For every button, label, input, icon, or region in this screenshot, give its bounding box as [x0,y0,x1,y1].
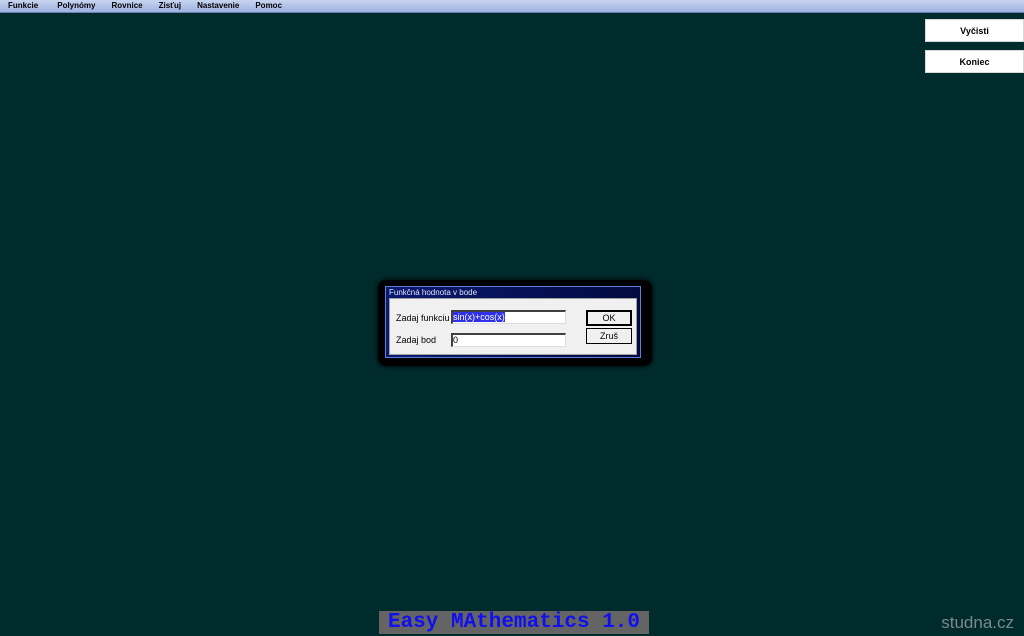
cancel-button[interactable]: Zruš [586,328,632,344]
function-label: Zadaj funkciu [396,313,450,323]
menu-nastavenie[interactable]: Nastavenie [197,0,239,12]
menu-zistuj[interactable]: Zisťuj [159,0,182,12]
point-label: Zadaj bod [396,335,437,345]
dialog-body: Zadaj funkciu sin(x)+cos(x) Zadaj bod 0 … [389,298,637,355]
menu-bar: Funkcie Polynómy Rovnice Zisťuj Nastaven… [0,0,1024,13]
function-input[interactable]: sin(x)+cos(x) [451,310,566,324]
exit-button[interactable]: Koniec [925,50,1024,73]
menu-pomoc[interactable]: Pomoc [255,0,282,12]
function-value: sin(x)+cos(x) [453,312,505,322]
menu-rovnice[interactable]: Rovnice [111,0,142,12]
app-title: Easy MAthematics 1.0 [379,611,649,634]
dialog-title: Funkčná hodnota v bode [389,288,478,297]
menu-polynomy[interactable]: Polynómy [57,0,95,12]
ok-button[interactable]: OK [586,310,632,326]
function-value-dialog: Funkčná hodnota v bode Zadaj funkciu sin… [385,286,641,358]
watermark: studna.cz [941,613,1014,632]
clear-button[interactable]: Vyčisti [925,19,1024,42]
menu-funkcie[interactable]: Funkcie [8,0,38,12]
point-input[interactable]: 0 [451,333,566,347]
